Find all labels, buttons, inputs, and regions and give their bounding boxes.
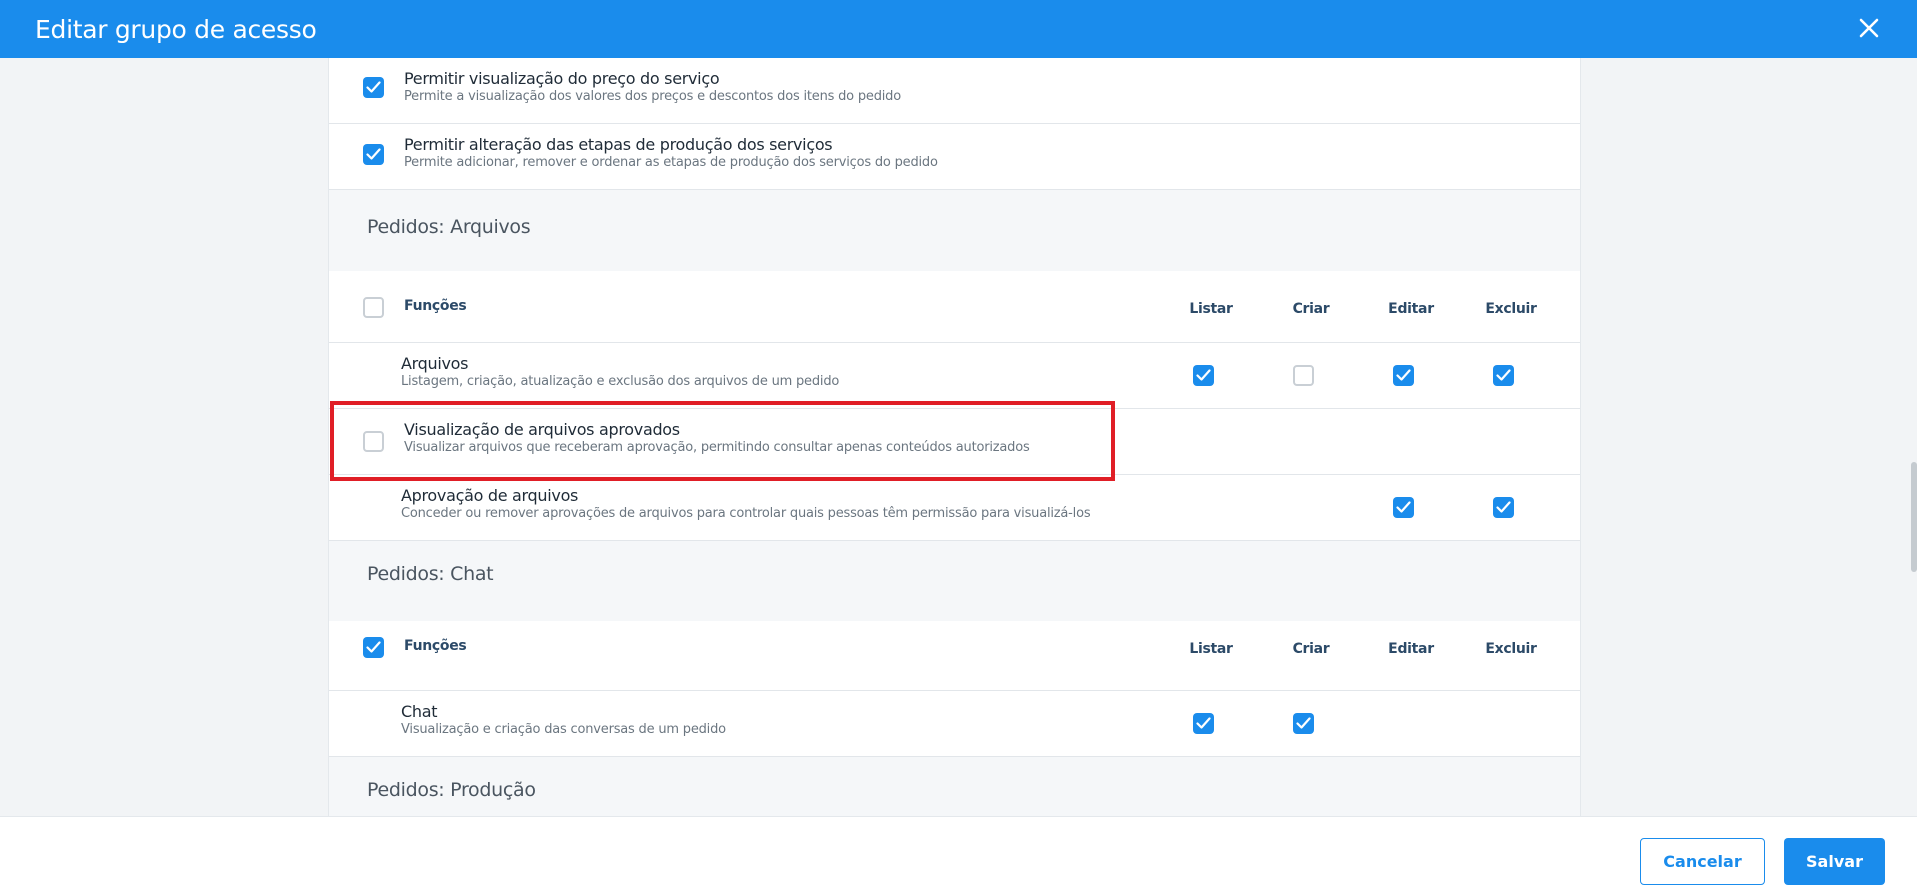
service-price-checkbox[interactable] xyxy=(363,77,384,98)
chat-criar-checkbox[interactable] xyxy=(1293,713,1314,734)
modal-footer: Cancelar Salvar xyxy=(0,816,1917,894)
column-header-listar: Listar xyxy=(1189,641,1233,657)
column-header-listar: Listar xyxy=(1189,301,1233,317)
functions-header-chat: Funções Listar Criar Editar Excluir xyxy=(329,621,1580,691)
permission-row-approved-files-view: Visualização de arquivos aprovados Visua… xyxy=(329,409,1580,475)
production-steps-checkbox[interactable] xyxy=(363,144,384,165)
item-description: Conceder ou remover aprovações de arquiv… xyxy=(401,506,1091,521)
functions-label: Funções xyxy=(404,298,467,314)
item-description: Permite adicionar, remover e ordenar as … xyxy=(404,155,938,170)
section-header-producao: Pedidos: Produção xyxy=(329,757,1580,816)
item-description: Permite a visualização dos valores dos p… xyxy=(404,89,901,104)
cancel-button[interactable]: Cancelar xyxy=(1640,838,1765,885)
column-header-editar: Editar xyxy=(1388,641,1434,657)
modal-title: Editar grupo de acesso xyxy=(35,14,317,44)
functions-select-all-checkbox[interactable] xyxy=(363,297,384,318)
item-title: Permitir visualização do preço do serviç… xyxy=(404,69,720,88)
column-header-criar: Criar xyxy=(1292,641,1330,657)
permission-row-files-approval: Aprovação de arquivos Conceder ou remove… xyxy=(329,475,1580,541)
column-header-criar: Criar xyxy=(1292,301,1330,317)
functions-label: Funções xyxy=(404,638,467,654)
modal-header: Editar grupo de acesso xyxy=(0,0,1917,58)
item-description: Visualização e criação das conversas de … xyxy=(401,722,726,737)
column-header-excluir: Excluir xyxy=(1485,641,1537,657)
item-title: Arquivos xyxy=(401,354,469,373)
item-description: Visualizar arquivos que receberam aprova… xyxy=(404,440,1030,455)
item-description: Listagem, criação, atualização e exclusã… xyxy=(401,374,840,389)
approved-files-view-checkbox[interactable] xyxy=(363,431,384,452)
arquivos-editar-checkbox[interactable] xyxy=(1393,365,1414,386)
permission-row-arquivos: Arquivos Listagem, criação, atualização … xyxy=(329,343,1580,409)
column-header-excluir: Excluir xyxy=(1485,301,1537,317)
item-title: Aprovação de arquivos xyxy=(401,486,579,505)
item-title: Permitir alteração das etapas de produçã… xyxy=(404,135,833,154)
permissions-panel: Permitir visualização do preço do serviç… xyxy=(328,58,1581,816)
arquivos-criar-checkbox[interactable] xyxy=(1293,365,1314,386)
arquivos-listar-checkbox[interactable] xyxy=(1193,365,1214,386)
section-header-arquivos: Pedidos: Arquivos xyxy=(329,190,1580,271)
functions-header-arquivos: Funções Listar Criar Editar Excluir xyxy=(329,271,1580,343)
functions-select-all-checkbox[interactable] xyxy=(363,637,384,658)
section-header-chat: Pedidos: Chat xyxy=(329,541,1580,621)
permission-row-chat: Chat Visualização e criação das conversa… xyxy=(329,691,1580,757)
close-icon xyxy=(1859,18,1879,38)
column-header-editar: Editar xyxy=(1388,301,1434,317)
permission-row-service-price: Permitir visualização do preço do serviç… xyxy=(329,58,1580,124)
files-approval-excluir-checkbox[interactable] xyxy=(1493,497,1514,518)
arquivos-excluir-checkbox[interactable] xyxy=(1493,365,1514,386)
section-title: Pedidos: Produção xyxy=(367,779,536,801)
chat-listar-checkbox[interactable] xyxy=(1193,713,1214,734)
save-button[interactable]: Salvar xyxy=(1784,838,1885,885)
section-title: Pedidos: Arquivos xyxy=(367,216,531,238)
close-button[interactable] xyxy=(1851,10,1887,46)
item-title: Chat xyxy=(401,702,438,721)
files-approval-editar-checkbox[interactable] xyxy=(1393,497,1414,518)
scrollbar-thumb[interactable] xyxy=(1911,462,1917,572)
item-title: Visualização de arquivos aprovados xyxy=(404,420,680,439)
permission-row-production-steps: Permitir alteração das etapas de produçã… xyxy=(329,124,1580,190)
section-title: Pedidos: Chat xyxy=(367,563,494,585)
